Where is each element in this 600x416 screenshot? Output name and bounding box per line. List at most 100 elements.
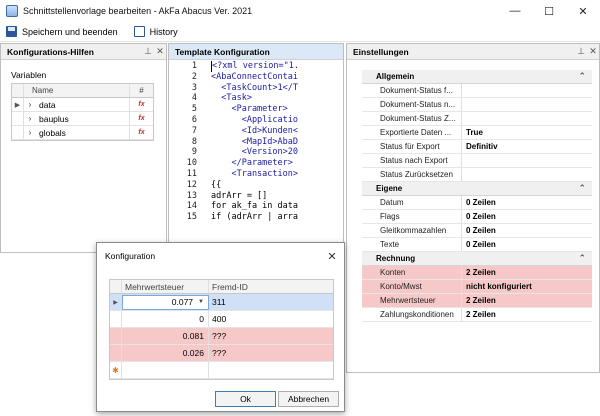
pin-icon[interactable]: ⊥ <box>142 46 154 57</box>
minimize-button[interactable]: — <box>498 0 532 22</box>
collapse-chevron-icon[interactable]: ⌃ <box>578 253 586 264</box>
property-row[interactable]: Konto/Mwst nicht konfiguriert <box>362 280 592 294</box>
property-value[interactable]: 0 Zeilen <box>462 196 592 210</box>
new-row[interactable]: ✱ <box>110 362 333 379</box>
property-row[interactable]: Dokument-Status f... <box>362 84 592 98</box>
property-value[interactable]: 2 Zeilen <box>462 266 592 280</box>
property-row[interactable]: Texte 0 Zeilen <box>362 238 592 252</box>
property-row[interactable]: Status für Export Definitiv <box>362 140 592 154</box>
foreign-id-cell[interactable]: 400 <box>209 311 333 327</box>
dialog-close-button[interactable]: ✕ <box>320 250 344 263</box>
code-line[interactable]: 1 <?xml version="1. <box>169 61 343 72</box>
close-icon[interactable]: ✕ <box>154 46 166 57</box>
chevron-down-icon[interactable]: ▼ <box>198 299 204 305</box>
ok-button[interactable]: Ok <box>215 391 276 407</box>
property-value[interactable]: 0 Zeilen <box>462 224 592 238</box>
code-text: <?xml version="1. <box>211 61 299 72</box>
code-line[interactable]: 8 <MapId>AbaD <box>169 137 343 148</box>
code-line[interactable]: 5 <Parameter> <box>169 104 343 115</box>
expand-chevron-icon[interactable]: › <box>24 128 36 137</box>
property-value[interactable]: nicht konfiguriert <box>462 280 592 294</box>
foreign-id-cell[interactable]: 311 <box>209 294 333 310</box>
foreign-id-cell[interactable] <box>209 362 333 378</box>
property-value[interactable]: True <box>462 126 592 140</box>
table-row[interactable]: 0.081??? <box>110 328 333 345</box>
variable-row[interactable]: › bauplus fx <box>12 112 153 126</box>
property-name: Konto/Mwst <box>362 280 462 293</box>
property-value[interactable]: 0 Zeilen <box>462 210 592 224</box>
vat-cell[interactable]: 0.026 <box>122 345 209 361</box>
formula-icon[interactable]: fx <box>129 98 153 111</box>
cancel-button[interactable]: Abbrechen <box>278 391 339 407</box>
vat-cell[interactable]: 0 <box>122 311 209 327</box>
history-button[interactable]: History <box>128 23 184 41</box>
category-rechnung[interactable]: Rechnung ⌃ <box>362 252 592 266</box>
property-row[interactable]: Konten 2 Zeilen <box>362 266 592 280</box>
vat-value: 0 <box>199 314 204 324</box>
property-value[interactable]: Definitiv <box>462 140 592 154</box>
collapse-chevron-icon[interactable]: ⌃ <box>578 183 586 194</box>
property-row[interactable]: Dokument-Status Z... <box>362 112 592 126</box>
category-eigene[interactable]: Eigene ⌃ <box>362 182 592 196</box>
vat-cell[interactable] <box>122 362 209 378</box>
close-window-button[interactable]: ✕ <box>566 0 600 22</box>
table-row[interactable]: ▶ 0.077 ▼ 311 <box>110 294 333 311</box>
code-text: <Id>Kunden< <box>211 125 298 136</box>
collapse-chevron-icon[interactable]: ⌃ <box>578 71 586 82</box>
code-line[interactable]: 7 <Id>Kunden< <box>169 126 343 137</box>
column-header-name[interactable]: Name <box>24 84 129 97</box>
property-row[interactable]: Dokument-Status n... <box>362 98 592 112</box>
table-row[interactable]: 0.026??? <box>110 345 333 362</box>
property-row[interactable]: Mehrwertsteuer 2 Zeilen <box>362 294 592 308</box>
foreign-id-cell[interactable]: ??? <box>209 345 333 361</box>
pin-icon[interactable]: ⊥ <box>575 46 587 57</box>
property-row[interactable]: Zahlungskonditionen 2 Zeilen <box>362 308 592 322</box>
property-row[interactable]: Status nach Export <box>362 154 592 168</box>
table-row[interactable]: 0 400 <box>110 311 333 328</box>
code-editor[interactable]: 1 <?xml version="1. 2 <AbaConnectContai 3 <T… <box>169 61 343 252</box>
vat-cell[interactable]: 0.081 <box>122 328 209 344</box>
category-label: Allgemein <box>376 72 415 81</box>
code-line[interactable]: 12 {{ <box>169 180 343 191</box>
expand-chevron-icon[interactable]: › <box>24 100 36 109</box>
property-value[interactable]: 2 Zeilen <box>462 308 592 322</box>
code-line[interactable]: 6 <Applicatio <box>169 115 343 126</box>
property-value[interactable]: 2 Zeilen <box>462 294 592 308</box>
column-header-vat[interactable]: Mehrwertsteuer <box>122 280 209 293</box>
property-row[interactable]: Exportierte Daten ... True <box>362 126 592 140</box>
vat-dropdown[interactable]: 0.077 ▼ <box>122 294 209 310</box>
variable-row[interactable]: ▶ › data fx <box>12 98 153 112</box>
code-line[interactable]: 11 <Transaction> <box>169 169 343 180</box>
expand-chevron-icon[interactable]: › <box>24 114 36 123</box>
code-line[interactable]: 3 <TaskCount>1</T <box>169 83 343 94</box>
column-header-foreign-id[interactable]: Fremd-ID <box>209 280 333 293</box>
property-name: Dokument-Status n... <box>362 98 462 111</box>
property-row[interactable]: Datum 0 Zeilen <box>362 196 592 210</box>
property-row[interactable]: Gleitkommazahlen 0 Zeilen <box>362 224 592 238</box>
property-name: Texte <box>362 238 462 251</box>
close-icon[interactable]: ✕ <box>587 46 599 57</box>
formula-icon[interactable]: fx <box>129 126 153 139</box>
code-text: for ak_fa in data <box>211 201 298 212</box>
line-number: 5 <box>191 104 197 115</box>
property-name: Datum <box>362 196 462 209</box>
code-line[interactable]: 9 <Version>20 <box>169 147 343 158</box>
variable-row[interactable]: › globals fx <box>12 126 153 140</box>
code-line[interactable]: 14 for ak_fa in data <box>169 201 343 212</box>
property-row[interactable]: Status Zurücksetzen <box>362 168 592 182</box>
code-line[interactable]: 13 adrArr = [] <box>169 191 343 202</box>
category-allgemein[interactable]: Allgemein ⌃ <box>362 70 592 84</box>
column-header-hash[interactable]: # <box>129 84 153 97</box>
code-line[interactable]: 10 </Parameter> <box>169 158 343 169</box>
foreign-id-cell[interactable]: ??? <box>209 328 333 344</box>
row-indicator-icon: ▶ <box>12 98 24 111</box>
code-line[interactable]: 15 if (adrArr | arra <box>169 212 343 223</box>
code-line[interactable]: 2 <AbaConnectContai <box>169 72 343 83</box>
property-row[interactable]: Flags 0 Zeilen <box>362 210 592 224</box>
maximize-button[interactable]: ☐ <box>532 0 566 22</box>
history-icon <box>133 26 145 37</box>
save-and-exit-button[interactable]: Speichern und beenden <box>0 23 124 41</box>
code-line[interactable]: 4 <Task> <box>169 93 343 104</box>
property-value[interactable]: 0 Zeilen <box>462 238 592 252</box>
formula-icon[interactable]: fx <box>129 112 153 125</box>
